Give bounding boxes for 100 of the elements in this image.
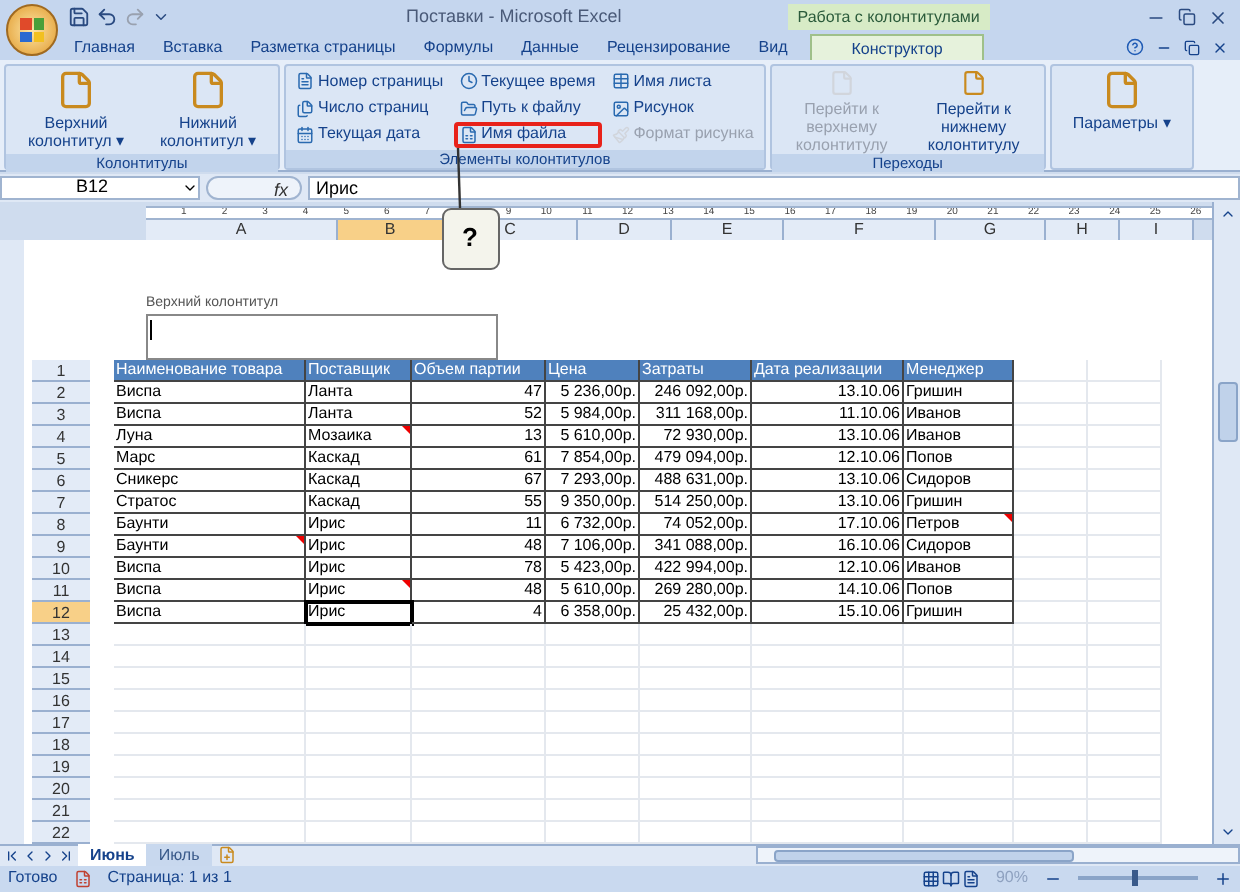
ribbon-tab[interactable]: Вставка (148, 34, 237, 61)
row-header[interactable]: 4 (32, 425, 90, 448)
row-header[interactable]: 16 (32, 689, 90, 712)
ribbon-tab[interactable]: Данные (507, 34, 593, 61)
comment-marker (402, 425, 410, 434)
horizontal-scrollbar[interactable] (755, 846, 1240, 865)
ribbon-tab[interactable]: Разметка страницы (236, 34, 410, 61)
ribbon-tab[interactable]: Вид (744, 34, 802, 61)
ribbon-button[interactable]: Нижний колонтитул ▾ (142, 66, 274, 155)
table-cell: 74 052,00р. (640, 513, 752, 536)
grid-cell (1088, 359, 1162, 382)
ribbon-button[interactable]: Текущая дата (290, 121, 450, 148)
row-header[interactable]: 17 (32, 711, 90, 734)
row-header[interactable]: 20 (32, 777, 90, 800)
table-cell: 4 (412, 601, 546, 624)
restore-icon (1178, 8, 1196, 27)
grid-cell (1014, 667, 1088, 690)
row-header[interactable]: 5 (32, 447, 90, 470)
row-header[interactable]: 8 (32, 513, 90, 536)
grid-cell (546, 733, 640, 756)
row-header[interactable]: 2 (32, 381, 90, 404)
row-header[interactable]: 9 (32, 535, 90, 558)
ribbon-button[interactable]: Перейти к нижнему колонтитулу (907, 66, 1040, 155)
grid-cell (306, 755, 412, 778)
table-cell: Каскад (306, 469, 412, 492)
ribbon-button[interactable]: Текущее время (453, 68, 602, 95)
row-header[interactable]: 13 (32, 623, 90, 646)
close-icon (1208, 7, 1228, 28)
ribbon-button[interactable]: Путь к файлу (453, 95, 602, 122)
ribbon-tab[interactable]: Рецензирование (592, 34, 745, 61)
ribbon-button[interactable]: Число страниц (290, 95, 450, 122)
table-cell: 5 984,00р. (546, 403, 640, 426)
sheet-tab[interactable]: Июнь (78, 844, 147, 867)
zoom-in-icon (1214, 869, 1232, 888)
grid-cell (412, 755, 546, 778)
ribbon-tab[interactable]: Формулы (409, 34, 508, 61)
row-header[interactable]: 19 (32, 755, 90, 778)
table-cell: 269 280,00р. (640, 579, 752, 602)
row-header[interactable]: 10 (32, 557, 90, 580)
table-cell: 12.10.06 (752, 447, 904, 470)
table-cell: 422 994,00р. (640, 557, 752, 580)
grid-cell (1014, 491, 1088, 514)
ribbon-button[interactable]: Верхний колонтитул ▾ (10, 66, 142, 155)
column-header[interactable]: I (1120, 219, 1194, 240)
grid-cell (640, 733, 752, 756)
sheet-tab[interactable]: Июль (146, 844, 212, 867)
row-header[interactable]: 7 (32, 491, 90, 514)
row-header[interactable]: 11 (32, 579, 90, 602)
grid-cell (1088, 645, 1162, 668)
grid-cell (640, 667, 752, 690)
table-cell: Попов (904, 447, 1014, 470)
grid-cell (1014, 645, 1088, 668)
vertical-scrollbar[interactable] (1212, 201, 1240, 844)
header-field[interactable] (146, 314, 498, 360)
column-header[interactable]: D (578, 219, 672, 240)
formula-field[interactable]: Ирис (308, 175, 1240, 200)
grid-cell (1088, 799, 1162, 822)
grid-cell (640, 755, 752, 778)
ribbon-button[interactable]: Рисунок (605, 95, 760, 122)
ribbon-tab[interactable]: Конструктор (809, 34, 985, 61)
table-cell: 7 106,00р. (546, 535, 640, 558)
grid-cell (640, 623, 752, 646)
zoom-slider[interactable] (1078, 876, 1198, 881)
row-header[interactable]: 15 (32, 667, 90, 690)
row-header[interactable]: 18 (32, 733, 90, 756)
column-header[interactable]: E (672, 219, 784, 240)
column-header[interactable]: A (146, 219, 338, 240)
slider-thumb[interactable] (1132, 870, 1139, 887)
brush-icon (611, 125, 630, 144)
row-header[interactable]: 6 (32, 469, 90, 492)
ribbon-button[interactable]: Имя листа (605, 68, 760, 95)
row-header[interactable]: 12 (32, 601, 90, 624)
ribbon-tab[interactable]: Главная (60, 34, 149, 61)
scroll-thumb[interactable] (1217, 381, 1237, 442)
row-header[interactable]: 14 (32, 645, 90, 668)
row-header[interactable]: 22 (32, 821, 90, 844)
clock-icon (459, 72, 478, 91)
grid-cell (1014, 403, 1088, 426)
grid-cell (1088, 447, 1162, 470)
name-box[interactable]: B12 (0, 175, 200, 200)
column-header[interactable]: H (1046, 219, 1120, 240)
table-cell: 11 (412, 513, 546, 536)
row-header[interactable]: 21 (32, 799, 90, 822)
ribbon-button[interactable]: Номер страницы (290, 68, 450, 95)
grid-cell (1014, 711, 1088, 734)
row-header[interactable]: 3 (32, 403, 90, 426)
column-header[interactable]: F (784, 219, 936, 240)
insert-sheet-icon[interactable] (217, 846, 236, 865)
table-cell: 17.10.06 (752, 513, 904, 536)
header-cell: Объем партии (412, 359, 546, 382)
table-cell: 11.10.06 (752, 403, 904, 426)
ribbon-button[interactable]: Имя файла (453, 121, 602, 148)
page-icon (188, 70, 228, 111)
ribbon-button[interactable]: Параметры ▾ (1055, 66, 1188, 155)
table-cell: Сидоров (904, 469, 1014, 492)
window-title: Поставки - Microsoft Excel (406, 3, 622, 30)
table-cell: 514 250,00р. (640, 491, 752, 514)
insert-function-button[interactable]: fx (206, 175, 302, 200)
column-header[interactable]: G (936, 219, 1046, 240)
row-header[interactable]: 1 (32, 359, 90, 382)
